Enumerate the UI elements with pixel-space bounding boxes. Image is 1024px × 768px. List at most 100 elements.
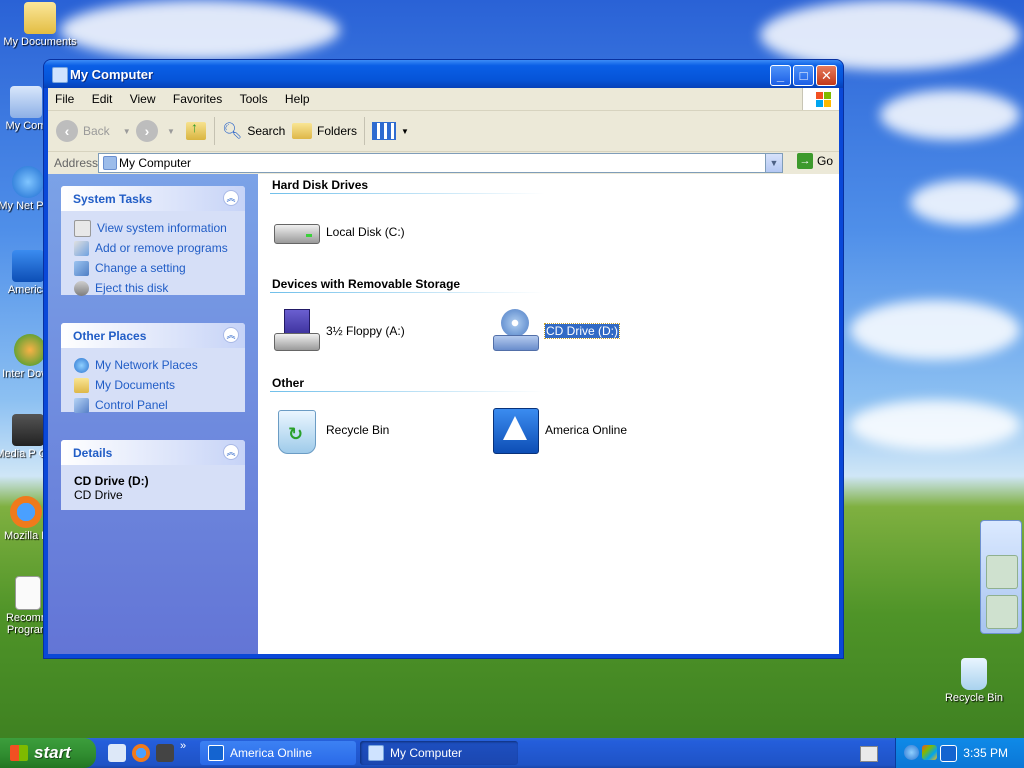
maximize-button[interactable]: □ xyxy=(793,65,814,86)
up-folder-button[interactable]: ↑ xyxy=(186,119,206,143)
place-control-panel[interactable]: Control Panel xyxy=(74,395,233,415)
go-button[interactable]: → Go xyxy=(796,153,833,169)
firefox-icon xyxy=(10,496,42,528)
group-divider xyxy=(270,292,545,293)
clock[interactable]: 3:35 PM xyxy=(963,746,1008,760)
menu-edit[interactable]: Edit xyxy=(85,88,120,106)
system-tray: 3:35 PM xyxy=(895,738,1024,768)
address-dropdown-button[interactable]: ▼ xyxy=(765,154,782,172)
title-bar[interactable]: My Computer _ □ ✕ xyxy=(44,60,843,88)
quick-launch-media-player-icon[interactable] xyxy=(156,744,174,762)
folder-icon xyxy=(24,2,56,34)
up-folder-icon: ↑ xyxy=(186,119,206,140)
taskbar: start » America Online My Computer 3:35 … xyxy=(0,738,1024,768)
address-input[interactable]: My Computer ▼ xyxy=(98,153,783,173)
aol-icon xyxy=(12,250,44,282)
file-list-pane[interactable]: Hard Disk Drives Local Disk (C:) Devices… xyxy=(258,174,839,654)
item-recycle-bin[interactable]: ↻ Recycle Bin xyxy=(272,406,389,454)
system-tasks-header[interactable]: System Tasks ︽ xyxy=(61,186,245,211)
other-places-header[interactable]: Other Places ︽ xyxy=(61,323,245,348)
taskbar-button-america-online[interactable]: America Online xyxy=(200,741,356,765)
eject-disk-icon xyxy=(74,280,89,296)
drive-floppy-a[interactable]: 3½ Floppy (A:) xyxy=(272,307,405,355)
forward-button[interactable]: › ▼ xyxy=(136,119,175,143)
menu-bar: File Edit View Favorites Tools Help xyxy=(48,88,839,111)
task-eject-disk[interactable]: Eject this disk xyxy=(74,278,233,298)
control-panel-icon xyxy=(74,260,89,276)
group-heading-removable-storage: Devices with Removable Storage xyxy=(272,277,461,291)
collapse-chevron-icon[interactable]: ︽ xyxy=(223,190,239,206)
aol-icon xyxy=(491,406,539,454)
details-panel: Details ︽ CD Drive (D:) CD Drive xyxy=(61,440,245,510)
standard-toolbar: ‹ Back ▼ › ▼ ↑ 🔍︎ Search Folders ▼ xyxy=(48,111,839,152)
drive-local-disk-c[interactable]: Local Disk (C:) xyxy=(272,208,405,256)
search-button[interactable]: 🔍︎ Search xyxy=(222,119,285,143)
menu-favorites[interactable]: Favorites xyxy=(166,88,229,106)
go-arrow-icon: → xyxy=(796,153,813,169)
taskbar-button-my-computer[interactable]: My Computer xyxy=(360,741,518,765)
close-button[interactable]: ✕ xyxy=(816,65,837,86)
desktop-icon-my-documents[interactable]: My Documents xyxy=(0,2,80,48)
drive-cd-d[interactable]: CD Drive (D:) xyxy=(491,307,620,355)
menu-tools[interactable]: Tools xyxy=(233,88,275,106)
side-gadget-panel[interactable] xyxy=(980,520,1022,634)
folders-icon xyxy=(292,123,312,139)
task-add-remove-programs[interactable]: Add or remove programs xyxy=(74,238,233,258)
place-my-documents[interactable]: My Documents xyxy=(74,375,233,395)
toolbar-separator xyxy=(214,117,215,145)
chevron-down-icon: ▼ xyxy=(167,126,175,136)
aol-tray-icon[interactable] xyxy=(940,745,957,762)
quick-launch-aim-icon[interactable] xyxy=(108,744,126,762)
collapse-chevron-icon[interactable]: ︽ xyxy=(223,444,239,460)
search-icon: 🔍︎ xyxy=(222,123,243,140)
task-pane: System Tasks ︽ View system information A… xyxy=(48,174,258,654)
windows-flag-icon xyxy=(10,745,28,761)
address-label: Address xyxy=(54,156,99,170)
chevron-down-icon: ▼ xyxy=(401,126,409,136)
film-icon xyxy=(12,414,44,446)
minimize-button[interactable]: _ xyxy=(770,65,791,86)
document-icon xyxy=(15,576,41,610)
network-globe-icon xyxy=(12,166,44,198)
place-my-network-places[interactable]: My Network Places xyxy=(74,355,233,375)
folders-button[interactable]: Folders xyxy=(292,119,357,143)
system-info-icon xyxy=(74,219,91,237)
collapse-chevron-icon[interactable]: ︽ xyxy=(223,327,239,343)
task-view-system-information[interactable]: View system information xyxy=(74,218,233,238)
keyboard-language-icon[interactable] xyxy=(860,746,878,762)
details-header[interactable]: Details ︽ xyxy=(61,440,245,465)
menu-help[interactable]: Help xyxy=(278,88,317,106)
recycle-bin-icon: ↻ xyxy=(272,406,320,454)
floppy-drive-icon xyxy=(272,307,320,355)
my-computer-window[interactable]: My Computer _ □ ✕ File Edit View Favorit… xyxy=(44,60,843,658)
system-tasks-panel: System Tasks ︽ View system information A… xyxy=(61,186,245,298)
group-divider xyxy=(270,193,545,194)
control-panel-icon xyxy=(74,397,89,413)
menu-view[interactable]: View xyxy=(123,88,163,106)
details-item-type: CD Drive xyxy=(74,488,123,502)
views-button[interactable]: ▼ xyxy=(372,119,409,143)
computer-icon xyxy=(368,745,384,761)
start-button[interactable]: start xyxy=(0,738,96,768)
menu-file[interactable]: File xyxy=(48,88,81,106)
computer-icon xyxy=(10,86,42,118)
cd-drive-icon xyxy=(491,307,539,355)
aol-icon xyxy=(208,745,224,761)
quick-launch-overflow[interactable]: » xyxy=(180,740,186,752)
other-places-panel: Other Places ︽ My Network Places My Docu… xyxy=(61,323,245,415)
network-globe-icon[interactable] xyxy=(904,745,919,760)
gadget-printer-icon[interactable] xyxy=(986,555,1018,589)
gadget-runner-icon[interactable] xyxy=(986,595,1018,629)
back-button[interactable]: ‹ Back ▼ xyxy=(56,119,131,143)
network-globe-icon xyxy=(74,357,89,373)
security-shield-icon[interactable] xyxy=(922,745,937,760)
group-heading-other: Other xyxy=(272,376,305,390)
task-change-setting[interactable]: Change a setting xyxy=(74,258,233,278)
quick-launch-firefox-icon[interactable] xyxy=(132,744,150,762)
toolbar-separator xyxy=(364,117,365,145)
add-remove-programs-icon xyxy=(74,240,89,256)
recycle-bin-icon xyxy=(961,658,987,690)
desktop-icon-recycle-bin[interactable]: Recycle Bin xyxy=(934,658,1014,704)
item-america-online[interactable]: America Online xyxy=(491,406,627,454)
computer-icon xyxy=(52,67,68,83)
